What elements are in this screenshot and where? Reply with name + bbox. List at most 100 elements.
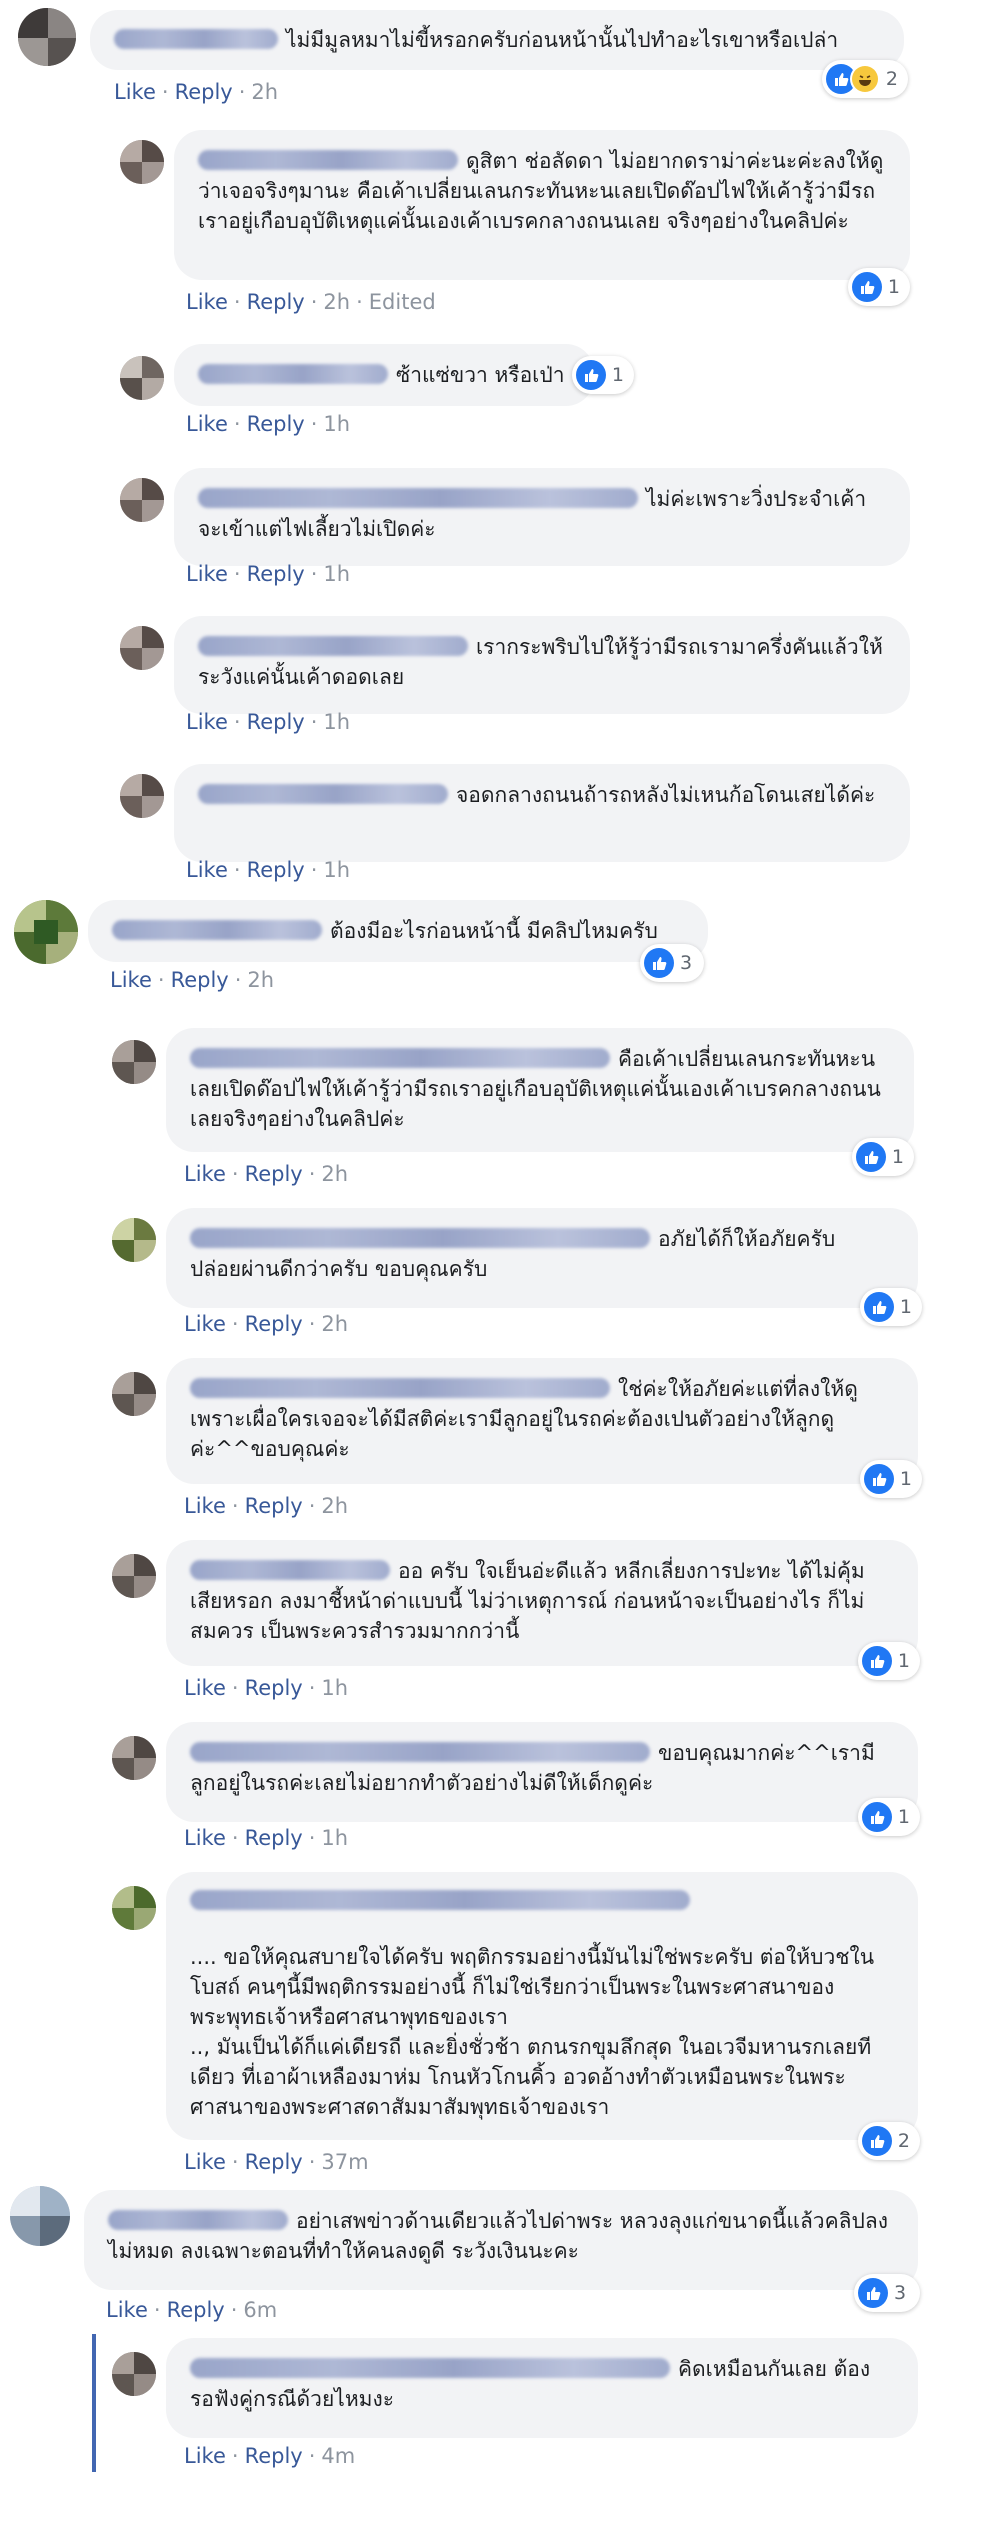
timestamp[interactable]: 1h [323,562,350,586]
reply-link[interactable]: Reply [247,858,305,882]
timestamp[interactable]: 2h [251,80,278,104]
author-name[interactable] [114,29,278,49]
timestamp[interactable]: 1h [321,1676,348,1700]
author-name[interactable] [190,1048,610,1068]
like-link[interactable]: Like [114,80,156,104]
timestamp[interactable]: 1h [321,1826,348,1850]
avatar[interactable] [120,774,164,818]
timestamp[interactable]: 4m [321,2444,355,2468]
haha-icon [849,64,880,94]
author-name[interactable] [112,920,322,940]
comment-bubble: .... ขอให้คุณสบายใจได้ครับ พฤติกรรมอย่าง… [166,1872,918,2140]
timestamp[interactable]: 37m [321,2150,368,2174]
author-name[interactable] [190,2358,670,2378]
reply-link[interactable]: Reply [245,1312,303,1336]
reactions-badge[interactable]: 2 [822,60,908,98]
timestamp[interactable]: 2h [321,1312,348,1336]
reaction-count: 3 [680,952,693,974]
author-name[interactable] [190,1228,650,1248]
like-link[interactable]: Like [186,710,228,734]
timestamp[interactable]: 2h [323,290,350,314]
reply-link[interactable]: Reply [167,2298,225,2322]
like-link[interactable]: Like [186,858,228,882]
like-link[interactable]: Like [186,562,228,586]
reply-link[interactable]: Reply [245,1162,303,1186]
comment-actions: Like · Reply · 2h [110,968,275,992]
timestamp[interactable]: 1h [323,710,350,734]
timestamp[interactable]: 1h [323,412,350,436]
like-link[interactable]: Like [106,2298,148,2322]
author-name[interactable] [190,1890,690,1910]
reply-link[interactable]: Reply [245,1494,303,1518]
like-icon [862,1802,892,1832]
comment-actions: Like · Reply · 1h [186,858,351,882]
timestamp[interactable]: 2h [321,1494,348,1518]
author-name[interactable] [190,1742,650,1762]
avatar[interactable] [120,626,164,670]
reactions-badge[interactable]: 1 [858,1798,920,1836]
avatar[interactable] [10,2186,70,2246]
edited-label[interactable]: Edited [369,290,436,314]
author-name[interactable] [108,2210,288,2230]
avatar[interactable] [18,8,76,66]
reactions-badge[interactable]: 1 [852,1138,914,1176]
avatar[interactable] [112,1554,156,1598]
reactions-badge[interactable]: 3 [854,2274,920,2312]
author-name[interactable] [198,636,468,656]
comment-actions: Like · Reply · 1h [186,412,351,436]
reply-link[interactable]: Reply [245,2150,303,2174]
like-link[interactable]: Like [184,1676,226,1700]
author-name[interactable] [190,1560,390,1580]
reaction-count: 1 [897,1650,910,1672]
reactions-badge[interactable]: 1 [848,268,910,306]
reply-link[interactable]: Reply [171,968,229,992]
author-name[interactable] [198,488,638,508]
comment-bubble: อย่าเสพข่าวด้านเดียวแล้วไปด่าพระ หลวงลุง… [84,2190,918,2290]
avatar[interactable] [120,356,164,400]
author-name[interactable] [198,784,448,804]
like-link[interactable]: Like [186,412,228,436]
timestamp[interactable]: 2h [247,968,274,992]
like-link[interactable]: Like [184,1826,226,1850]
like-link[interactable]: Like [184,2150,226,2174]
reply-link[interactable]: Reply [247,412,305,436]
like-link[interactable]: Like [184,1162,226,1186]
reactions-badge[interactable]: 3 [640,944,704,982]
reactions-badge[interactable]: 1 [858,1642,920,1680]
comment-bubble: ออ ครับ ใจเย็นอ่ะดีแล้ว หลีกเลี่ยงการปะท… [166,1540,918,1666]
author-name[interactable] [198,364,388,384]
avatar[interactable] [120,478,164,522]
like-link[interactable]: Like [186,290,228,314]
reactions-badge[interactable]: 1 [860,1288,922,1326]
like-link[interactable]: Like [110,968,152,992]
reply-link[interactable]: Reply [247,710,305,734]
like-link[interactable]: Like [184,1494,226,1518]
reply-link[interactable]: Reply [245,1826,303,1850]
avatar[interactable] [112,1040,156,1084]
like-link[interactable]: Like [184,2444,226,2468]
reply-link[interactable]: Reply [245,2444,303,2468]
reactions-badge[interactable]: 1 [860,1460,922,1498]
reply-link[interactable]: Reply [247,290,305,314]
timestamp[interactable]: 6m [243,2298,277,2322]
avatar[interactable] [112,1736,156,1780]
comment-actions: Like · Reply · 4m [184,2444,356,2468]
timestamp[interactable]: 1h [323,858,350,882]
avatar[interactable] [112,2352,156,2396]
author-name[interactable] [198,150,458,170]
avatar[interactable] [112,1218,156,1262]
reply-link[interactable]: Reply [175,80,233,104]
avatar[interactable] [14,900,78,964]
comment-bubble: คิดเหมือนกันเลย ต้องรอฟังคู่กรณีด้วยไหมง… [166,2338,918,2438]
reply-link[interactable]: Reply [247,562,305,586]
author-name[interactable] [190,1378,610,1398]
reactions-badge[interactable]: 1 [572,356,634,394]
timestamp[interactable]: 2h [321,1162,348,1186]
avatar[interactable] [120,140,164,184]
comment-actions: Like · Reply · 1h [184,1826,349,1850]
reactions-badge[interactable]: 2 [858,2122,920,2160]
like-link[interactable]: Like [184,1312,226,1336]
avatar[interactable] [112,1372,156,1416]
avatar[interactable] [112,1886,156,1930]
reply-link[interactable]: Reply [245,1676,303,1700]
